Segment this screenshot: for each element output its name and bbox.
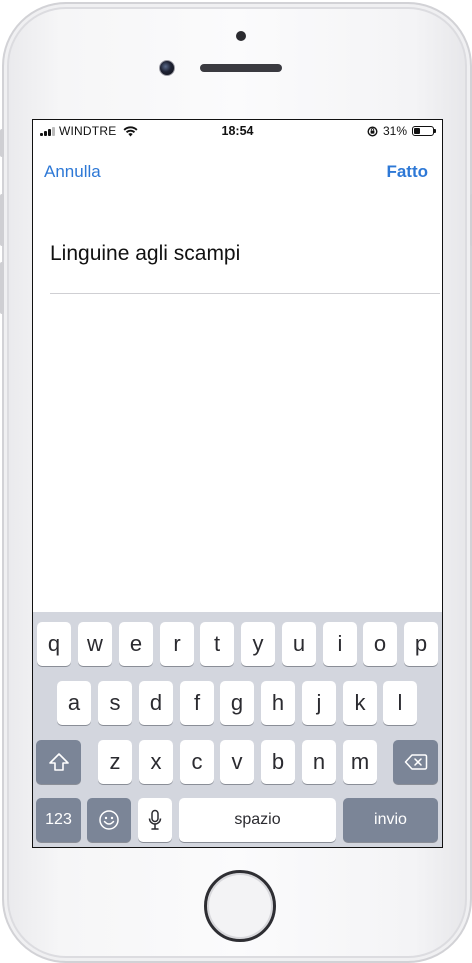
key-j[interactable]: j <box>302 681 336 725</box>
key-w[interactable]: w <box>78 622 112 666</box>
microphone-icon <box>148 809 162 830</box>
space-key[interactable]: spazio <box>179 798 336 842</box>
volume-down-button <box>0 262 4 314</box>
name-text-field[interactable]: Linguine agli scampi <box>50 238 440 294</box>
earpiece-speaker <box>200 64 282 72</box>
key-a[interactable]: a <box>57 681 91 725</box>
key-i[interactable]: i <box>323 622 357 666</box>
keyboard: q w e r t y u i o p a s d f g h j k l z … <box>33 612 442 847</box>
cancel-button[interactable]: Annulla <box>44 162 101 182</box>
key-f[interactable]: f <box>180 681 214 725</box>
status-bar: WINDTRE 18:54 31% <box>33 120 442 142</box>
key-c[interactable]: c <box>180 740 214 784</box>
home-button[interactable] <box>204 870 276 942</box>
status-right: 31% <box>367 124 436 138</box>
battery-percent: 31% <box>382 124 407 138</box>
key-q[interactable]: q <box>37 622 71 666</box>
volume-up-button <box>0 194 4 246</box>
orientation-lock-icon <box>367 125 378 137</box>
numbers-key[interactable]: 123 <box>36 798 81 842</box>
dictation-key[interactable] <box>138 798 172 842</box>
shift-key[interactable] <box>36 740 81 784</box>
done-button[interactable]: Fatto <box>386 162 428 182</box>
silent-switch <box>0 129 4 157</box>
key-s[interactable]: s <box>98 681 132 725</box>
key-g[interactable]: g <box>220 681 254 725</box>
key-z[interactable]: z <box>98 740 132 784</box>
key-u[interactable]: u <box>282 622 316 666</box>
return-key[interactable]: invio <box>343 798 438 842</box>
text-field-value: Linguine agli scampi <box>50 242 241 265</box>
key-e[interactable]: e <box>119 622 153 666</box>
key-l[interactable]: l <box>383 681 417 725</box>
front-sensor <box>236 31 246 41</box>
key-m[interactable]: m <box>343 740 377 784</box>
emoji-key[interactable] <box>87 798 131 842</box>
battery-icon <box>412 126 436 136</box>
navigation-bar: Annulla Fatto <box>33 162 442 186</box>
key-h[interactable]: h <box>261 681 295 725</box>
key-b[interactable]: b <box>261 740 295 784</box>
key-n[interactable]: n <box>302 740 336 784</box>
key-o[interactable]: o <box>363 622 397 666</box>
key-v[interactable]: v <box>220 740 254 784</box>
key-x[interactable]: x <box>139 740 173 784</box>
backspace-key[interactable] <box>393 740 438 784</box>
key-p[interactable]: p <box>404 622 438 666</box>
key-d[interactable]: d <box>139 681 173 725</box>
key-t[interactable]: t <box>200 622 234 666</box>
delete-backward-icon <box>404 754 427 770</box>
emoji-icon <box>99 810 119 830</box>
key-r[interactable]: r <box>160 622 194 666</box>
key-k[interactable]: k <box>343 681 377 725</box>
front-camera <box>159 60 175 76</box>
key-y[interactable]: y <box>241 622 275 666</box>
battery-fill <box>414 128 420 134</box>
shift-arrow-icon <box>48 753 69 771</box>
screen: WINDTRE 18:54 31% Annulla Fatto Linguine… <box>32 119 443 848</box>
